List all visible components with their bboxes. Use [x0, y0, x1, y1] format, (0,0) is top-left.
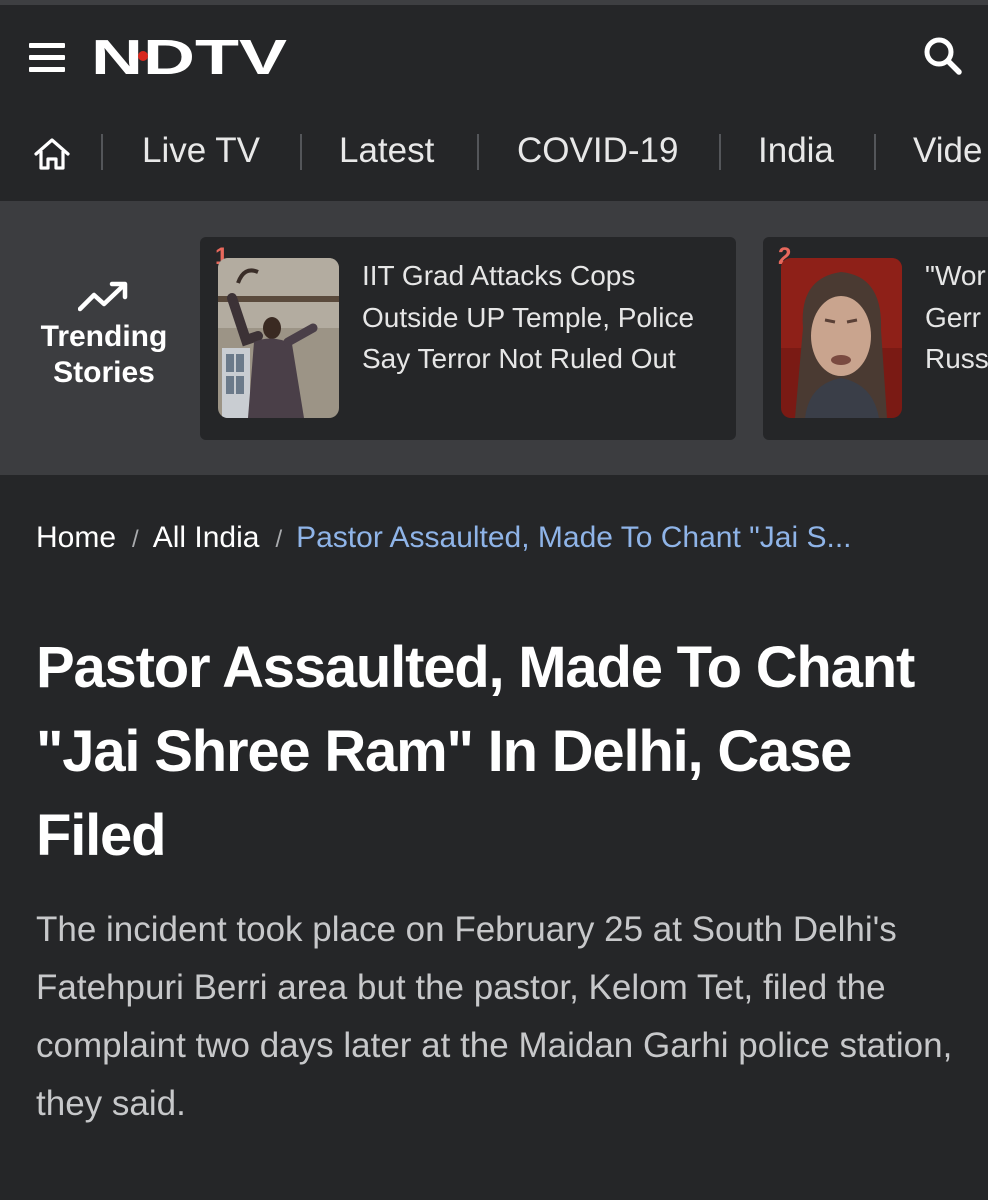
hamburger-menu-icon[interactable]: [29, 43, 65, 73]
nav-item-live-tv[interactable]: Live TV: [142, 129, 260, 173]
logo-text: NDTV: [91, 34, 287, 78]
trending-stories-band: Trending Stories 1 IIT Grad Attacks Cops: [0, 201, 988, 475]
breadcrumb: Home / All India / Pastor Assaulted, Made To…: [36, 518, 966, 560]
nav-item-latest[interactable]: Latest: [339, 129, 434, 173]
breadcrumb-separator: /: [132, 526, 139, 553]
trending-stories-label: Trending Stories: [20, 279, 188, 391]
trending-story-card[interactable]: 1 IIT Grad Attacks Cops Outside UP Templ…: [200, 237, 736, 440]
trending-label-line1: Trending: [40, 320, 168, 353]
article-headline: Pastor Assaulted, Made To Chant "Jai Shr…: [36, 635, 915, 868]
ndtv-logo[interactable]: NDTV: [91, 34, 291, 78]
nav-separator: [477, 134, 479, 170]
site-header: NDTV: [0, 5, 988, 103]
search-icon[interactable]: [922, 35, 964, 77]
story-thumbnail: [218, 258, 339, 418]
nav-item-covid-19[interactable]: COVID-19: [517, 129, 678, 173]
story-headline: IIT Grad Attacks Cops Outside UP Temple,…: [362, 260, 695, 374]
nav-item-india[interactable]: India: [758, 129, 834, 173]
nav-separator: [300, 134, 302, 170]
nav-separator: [719, 134, 721, 170]
story-thumbnail: [781, 258, 902, 418]
trending-story-card[interactable]: 2 "Wor Gerr Russ: [763, 237, 988, 440]
breadcrumb-current-article[interactable]: Pastor Assaulted, Made To Chant "Jai S..…: [296, 521, 851, 554]
breadcrumb-home[interactable]: Home: [36, 521, 116, 554]
trending-label-line2: Stories: [53, 356, 155, 389]
nav-item-videos[interactable]: Vide: [913, 129, 982, 173]
main-nav: Live TV Latest COVID-19 India Vide: [0, 103, 988, 201]
breadcrumb-separator: /: [275, 526, 283, 553]
breadcrumb-all-india[interactable]: All India: [153, 521, 260, 554]
story-headline: "Wor Gerr Russ: [925, 260, 988, 374]
logo-red-dot: [138, 51, 148, 61]
nav-separator: [101, 134, 103, 170]
home-icon[interactable]: [31, 133, 73, 175]
nav-separator: [874, 134, 876, 170]
article-summary: The incident took place on February 25 a…: [36, 910, 953, 1123]
trending-arrow-icon: [78, 281, 128, 312]
